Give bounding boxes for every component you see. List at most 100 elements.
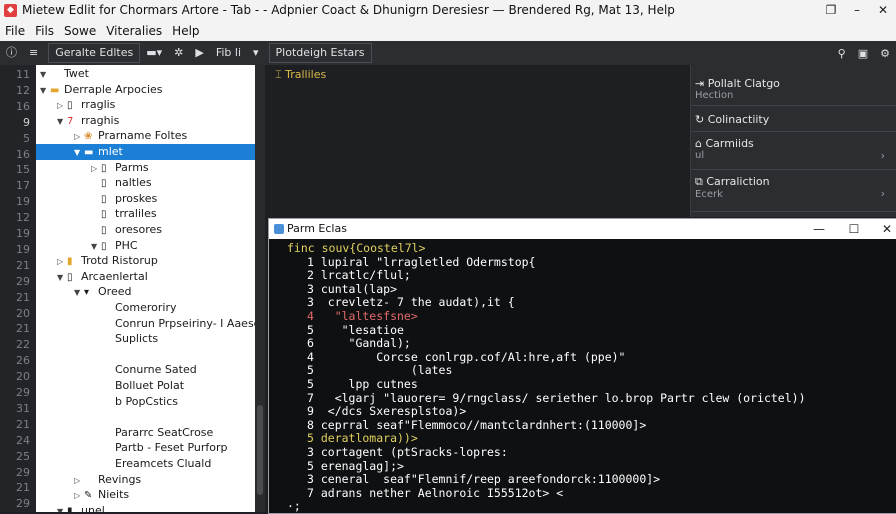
folder-icon[interactable]: ▬▾ [140, 42, 168, 64]
panel-icon: ⇥ [695, 77, 705, 90]
save-icon[interactable]: ▣ [858, 47, 868, 60]
menu-sowe[interactable]: Sowe [59, 24, 101, 38]
tree-scrollbar[interactable] [255, 65, 265, 512]
tree-arrow-icon[interactable]: ▼ [74, 285, 84, 301]
build-icon[interactable]: ✲ [168, 42, 189, 64]
panel-section[interactable]: ⌂ Carmiids ul › [695, 137, 891, 162]
tree-arrow-icon[interactable]: ▼ [40, 83, 50, 99]
code-line: 3 ceneral seaf"Flemnif/reep areefondorck… [307, 472, 661, 487]
tree-item[interactable]: ▷ ▯ rraglis [36, 97, 255, 113]
menu-fils[interactable]: Fils [30, 24, 59, 38]
code-line: 4 "laltesfsne> [307, 309, 418, 323]
tree-item[interactable]: ▼ 7 rraghis [36, 113, 255, 129]
tree-arrow-icon[interactable]: ▷ [91, 161, 101, 177]
file-icon: ▮ [67, 505, 73, 512]
tree-arrow-icon[interactable]: ▼ [57, 114, 67, 130]
run-config[interactable]: Fib li [210, 42, 247, 64]
tree-item[interactable]: Conurne Sated [36, 362, 255, 378]
menu-viteralies[interactable]: Viteralies [101, 24, 167, 38]
tree-item-label: rraglis [81, 98, 116, 112]
menu-file[interactable]: File [0, 24, 30, 38]
tree-arrow-icon[interactable]: ▷ [57, 98, 67, 114]
tree-arrow-icon[interactable]: ▼ [91, 239, 101, 255]
code-editor[interactable]: ⌶ Tralliles [265, 65, 690, 217]
tree-item[interactable]: ▯ trraliles [36, 206, 255, 222]
tree-item[interactable]: Suplicts [36, 331, 255, 347]
tree-item[interactable]: ▼ ▯ PHC [36, 238, 255, 254]
tree-arrow-icon[interactable]: ▼ [57, 270, 67, 286]
code-line: 5 "lesatioe [307, 322, 404, 337]
tree-item[interactable]: ▼ ▬ mlet [36, 144, 255, 160]
tree-item[interactable] [36, 347, 255, 363]
close-icon[interactable]: ✕ [870, 3, 896, 17]
parm-eclas-dialog: Parm Eclas — ☐ ✕ finc souv{Coostel7l> 1 l… [268, 218, 896, 514]
dialog-maximize-icon[interactable]: ☐ [839, 219, 869, 239]
dialog-close-icon[interactable]: ✕ [872, 219, 896, 239]
tree-item[interactable]: Pararrc SeatCrose [36, 425, 255, 441]
tree-item[interactable]: ▷ ❀ Prarname Foltes [36, 128, 255, 144]
panel-icon: ⧉ [695, 175, 703, 188]
info-icon[interactable]: ⓘ [0, 42, 23, 64]
tree-item[interactable]: Comeroriry [36, 300, 255, 316]
run-dropdown-icon[interactable]: ▾ [247, 42, 265, 64]
tree-item[interactable]: ▷ Revings [36, 472, 255, 488]
tree-item[interactable] [36, 409, 255, 425]
tree-item[interactable]: ▼ ▾ Oreed [36, 284, 255, 300]
tree-item[interactable]: ▷ ▮ Trotd Ristorup [36, 253, 255, 269]
file-icon: ▮ [67, 256, 73, 268]
tree-item-label: Partb - Feset Purforp [115, 441, 228, 455]
chevron-right-icon[interactable]: › [881, 187, 885, 200]
tree-item[interactable]: b PopCstics [36, 394, 255, 410]
tree-arrow-icon[interactable]: ▷ [74, 129, 84, 145]
dialog-title: Parm Eclas [287, 222, 347, 235]
tree-item[interactable]: ▯ proskes [36, 191, 255, 207]
code-line: 7 adrans nether Aelnoroic I55512ot> < [307, 485, 564, 500]
minimize-icon[interactable]: – [844, 3, 870, 17]
editor-file-label: ⌶ Tralliles [275, 68, 326, 82]
tree-item-label: naltles [115, 176, 152, 190]
tree-arrow-icon[interactable]: ▷ [74, 488, 84, 504]
tree-item[interactable]: ▯ oresores [36, 222, 255, 238]
tree-item[interactable]: ▼ ▮ unel [36, 503, 255, 512]
menu-lines-icon[interactable]: ≡ [23, 42, 44, 64]
panel-section[interactable]: ⇥ Pollalt Clatgo Hection [695, 77, 891, 101]
user-icon[interactable]: ⚲ [838, 47, 846, 60]
tree-item[interactable]: Bolluet Polat [36, 378, 255, 394]
line-number: 9 [23, 115, 30, 129]
tree-arrow-icon[interactable]: ▷ [74, 473, 84, 489]
project-selector[interactable]: Geralte Edltes [48, 43, 141, 63]
tree-arrow-icon[interactable]: ▼ [40, 67, 50, 83]
tree-item[interactable]: ▼ ▯ Arcaenlertal [36, 269, 255, 285]
run-icon[interactable]: ▶ [189, 42, 209, 64]
tree-item[interactable]: Partb - Feset Purforp [36, 440, 255, 456]
tree-item[interactable]: ▼ ▬ Derraple Arpocies [36, 82, 255, 98]
restore-icon[interactable]: ❐ [818, 3, 844, 17]
tree-item[interactable]: ▷ ▯ Parms [36, 160, 255, 176]
scrollbar-thumb[interactable] [257, 405, 263, 495]
tree-item-label: unel [81, 503, 105, 512]
panel-section[interactable]: ⧉ Carraliction Ecerk › [695, 175, 891, 200]
settings-icon[interactable]: ⚙ [880, 47, 890, 60]
line-number: 29 [16, 274, 30, 288]
panel-section[interactable]: ↻ Colinactiity [695, 113, 891, 126]
tree-item[interactable]: ▯ naltles [36, 175, 255, 191]
panel-icon: ↻ [695, 113, 705, 126]
app-icon: ◆ [4, 3, 17, 17]
chevron-right-icon[interactable]: › [881, 149, 885, 162]
line-number: 11 [16, 68, 30, 81]
tree-arrow-icon[interactable]: ▼ [74, 145, 84, 161]
dialog-minimize-icon[interactable]: — [804, 219, 834, 239]
tree-item[interactable]: Ereamcets Cluald [36, 456, 255, 472]
tree-item-label: Ereamcets Cluald [115, 457, 212, 470]
tree-item[interactable]: Conrun Prpseiriny- I Aaesct [36, 316, 255, 332]
menu-help[interactable]: Help [167, 24, 204, 38]
tab-plotdeigh[interactable]: Plotdeigh Estars [268, 43, 372, 63]
tree-item-label: Comeroriry [115, 301, 177, 314]
tree-arrow-icon[interactable]: ▷ [57, 254, 67, 270]
line-number: 25 [16, 449, 30, 463]
tree-arrow-icon[interactable]: ▼ [57, 504, 67, 512]
panel-subtext: Ecerk [695, 189, 723, 200]
tree-item[interactable]: ▷ ✎ Nieits [36, 487, 255, 503]
editor-file-name: Tralliles [285, 68, 327, 81]
tree-item[interactable]: ▼ Twet [36, 66, 255, 82]
